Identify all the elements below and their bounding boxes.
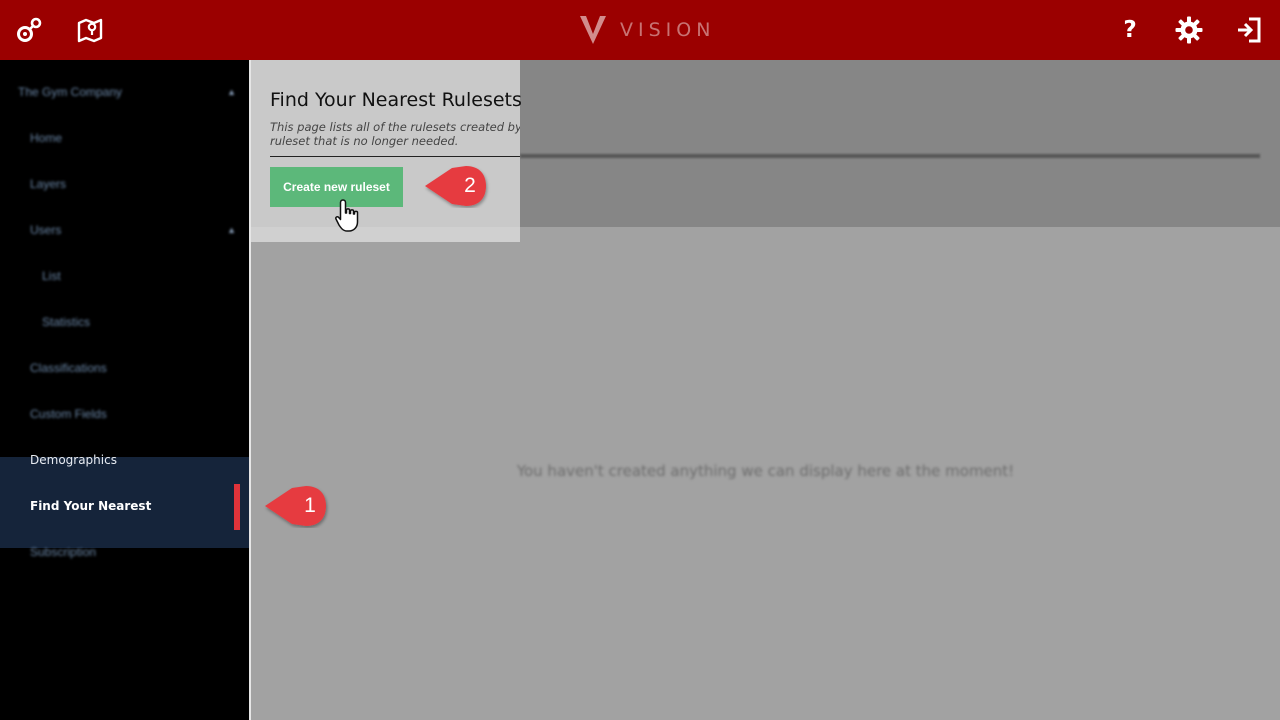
settings-icon[interactable] [1171,12,1207,48]
help-icon[interactable]: ? [1112,12,1148,48]
header-divider-dimmed [520,154,1260,158]
sidebar-item-label: Layers [30,177,67,191]
sidebar-item-classifications[interactable]: Classifications [0,345,250,391]
sidebar-item-find-your-nearest[interactable]: Find Your Nearest [30,499,151,513]
page-description: This page lists all of the rulesets crea… [270,120,520,134]
sidebar-item-organisation[interactable]: The Gym Company ▲ [0,69,250,115]
sidebar-item-label: Custom Fields [30,407,107,421]
callout-2: 2 [422,164,492,208]
header-divider [270,156,520,157]
sidebar-item-label: Home [30,131,63,145]
page-description-continued: ruleset that is no longer needed. [270,134,459,148]
top-bar: VISION ? [0,0,1280,60]
sidebar-item-label: Subscription [30,545,97,559]
map-location-icon[interactable] [72,12,108,48]
active-indicator [234,484,240,530]
app-logo: VISION [578,12,715,48]
sidebar-item-demographics[interactable]: Demographics [30,453,117,467]
sidebar-item-label: The Gym Company [18,85,123,99]
sidebar-item-label: Classifications [30,361,107,375]
sidebar-item-label: List [42,269,61,283]
empty-state-message: You haven't created anything we can disp… [516,462,1015,480]
help-label: ? [1123,17,1137,43]
app-name: VISION [620,19,716,41]
callout-number: 1 [304,494,316,517]
sidebar: The Gym Company ▲ Home Layers Users ▲ Li… [0,60,250,720]
callout-1: 1 [262,484,332,528]
sidebar-item-subscription[interactable]: Subscription [0,529,250,575]
callout-number: 2 [464,174,476,197]
logout-icon[interactable] [1231,12,1267,48]
caret-up-icon: ▲ [227,87,236,97]
vision-v-icon [580,16,606,44]
sidebar-item-layers[interactable]: Layers [0,161,250,207]
spotlight-panel: Find Your Nearest Rulesets This page lis… [251,60,522,242]
caret-up-icon: ▲ [227,225,236,235]
sidebar-item-label: Users [30,223,62,237]
sidebar-item-label: Statistics [42,315,91,329]
gear-link-icon[interactable] [11,12,47,48]
page-description-dimmed [520,118,1250,134]
sidebar-item-list[interactable]: List [0,253,250,299]
page-title: Find Your Nearest Rulesets [270,89,522,111]
sidebar-item-home[interactable]: Home [0,115,250,161]
hand-pointer-icon [335,199,359,232]
sidebar-item-statistics[interactable]: Statistics [0,299,250,345]
sidebar-item-custom-fields[interactable]: Custom Fields [0,391,250,437]
sidebar-item-users[interactable]: Users ▲ [0,207,250,253]
